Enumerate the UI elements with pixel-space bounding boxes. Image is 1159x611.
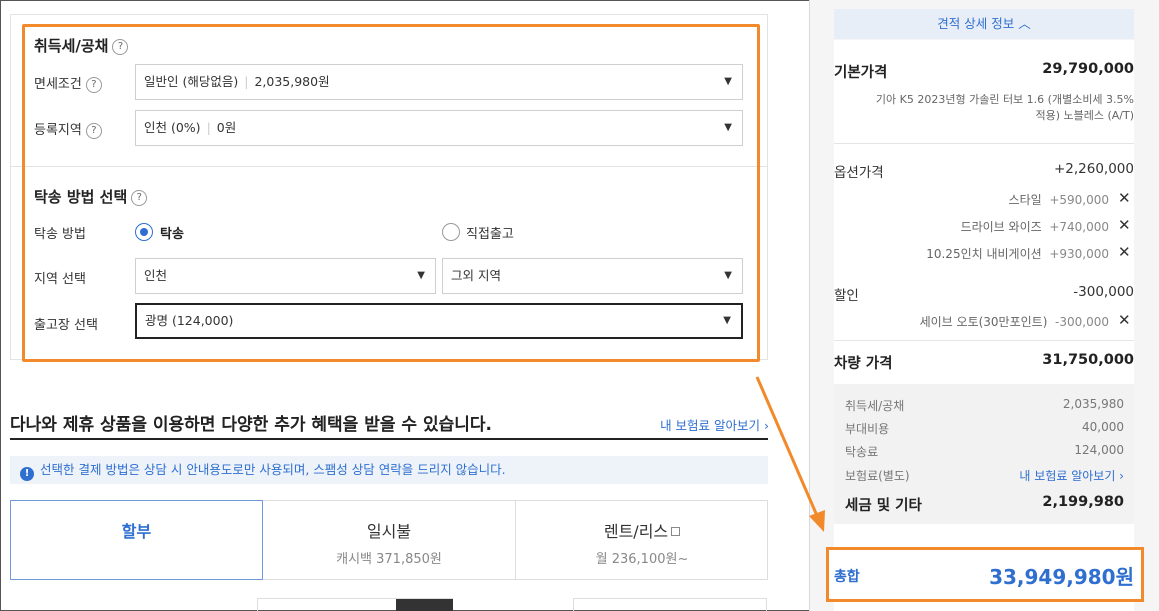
tax-item-label: 부대비용 [845,422,890,436]
tax-total-value: 2,199,980 [1042,494,1124,510]
base-price-value: 29,790,000 [1042,61,1134,77]
divider [834,340,1134,341]
tax-item-label: 취득세/공채 [845,399,905,413]
tab-rent-lease[interactable]: 렌트/리스 월 236,100원~ [516,501,768,579]
remove-option-icon[interactable]: ✕ [1118,216,1131,234]
tab-lump-sum[interactable]: 일시불 캐시백 371,850원 [263,501,515,579]
model-desc-line1: 기아 K5 2023년형 가솔린 터보 1.6 (개별소비세 3.5% [875,93,1134,106]
external-link-icon [671,527,681,536]
tax-total-label: 세금 및 기타 [845,498,922,514]
notice-text: 선택한 결제 방법은 상담 시 안내용도로만 사용되며, 스팸성 상담 연락을 … [40,462,506,477]
partial-element [573,598,767,611]
tab-subtitle: 캐시백 371,850원 [336,552,442,567]
remove-option-icon[interactable]: ✕ [1118,189,1131,207]
tab-title: 일시불 [366,522,412,541]
total-value: 33,949,980원 [989,565,1134,589]
highlight-box-left [22,24,760,362]
divider [834,143,1134,144]
option-item: 스타일 +590,000 [1008,193,1109,207]
remove-discount-icon[interactable]: ✕ [1118,311,1131,329]
total-label: 총합 [834,569,860,585]
discount-label: 할인 [834,288,859,304]
column-divider [809,0,810,611]
vehicle-price-value: 31,750,000 [1042,352,1134,368]
option-item: 드라이브 와이즈 +740,000 [960,220,1109,234]
discount-item: 세이브 오토(30만포인트) -300,000 [919,315,1109,329]
insurance-link[interactable]: 내 보험료 알아보기 › [660,415,769,434]
tab-subtitle: 월 236,100원~ [595,552,689,567]
notice-bar: ! 선택한 결제 방법은 상담 시 안내용도로만 사용되며, 스팸성 상담 연락을… [10,456,768,484]
discount-value: -300,000 [1073,284,1134,300]
tab-title: 렌트/리스 [603,522,669,541]
tax-item-value: 124,000 [1074,443,1124,457]
tax-item-value: 2,035,980 [1062,397,1124,411]
vehicle-price-label: 차량 가격 [834,356,893,372]
partial-dark-block [396,599,453,611]
option-item: 10.25인치 내비게이션 +930,000 [926,247,1109,261]
insurance-label: 보험료(별도) [845,469,910,483]
insurance-link[interactable]: 내 보험료 알아보기 › [1019,467,1124,484]
promo-title: 다나와 제휴 상품을 이용하면 다양한 추가 혜택을 받을 수 있습니다. [10,415,493,435]
detail-toggle-button[interactable]: 견적 상세 정보 ︿ [834,9,1134,39]
option-price-label: 옵션가격 [834,165,884,181]
tab-title: 할부 [121,522,152,541]
promo-underline [10,438,768,440]
tax-item-label: 탁송료 [845,445,879,459]
tax-item-value: 40,000 [1082,420,1124,434]
model-desc-line2: 적용) 노블레스 (A/T) [1035,109,1134,122]
payment-tabs: 할부 일시불 캐시백 371,850원 렌트/리스 월 236,100원~ [10,500,768,580]
remove-option-icon[interactable]: ✕ [1118,243,1131,261]
info-icon: ! [20,467,34,481]
base-price-label: 기본가격 [834,65,888,81]
tab-installment[interactable]: 할부 [10,500,263,580]
option-price-value: +2,260,000 [1053,161,1134,177]
